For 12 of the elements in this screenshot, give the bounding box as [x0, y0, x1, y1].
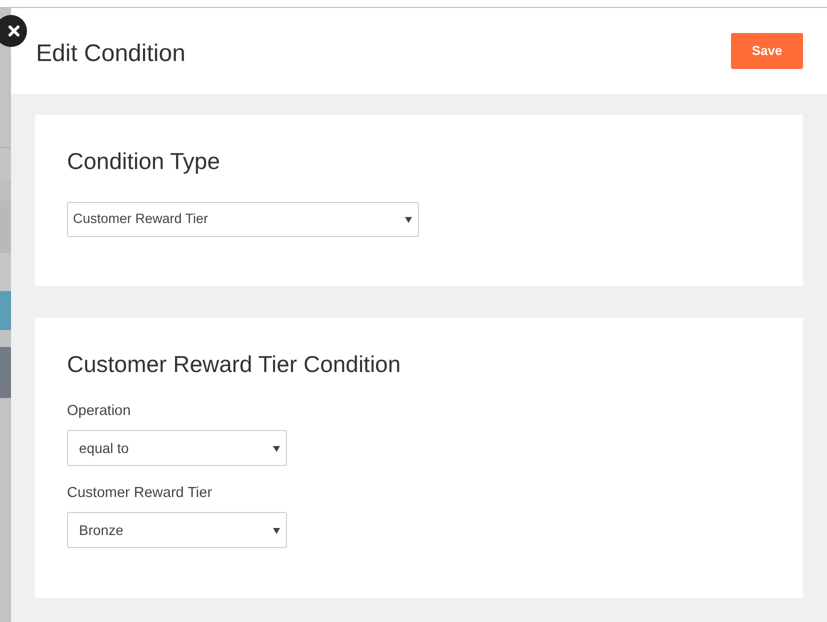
caret-icon: [273, 444, 280, 452]
section-title: Customer Reward Tier Condition: [67, 351, 401, 377]
dropdown-select[interactable]: Bronze: [67, 512, 287, 548]
section-title: Condition Type: [67, 148, 220, 174]
dropdown-select[interactable]: equal to: [67, 430, 287, 466]
caret-icon: [405, 216, 412, 223]
dialog-title: Edit Condition: [36, 39, 186, 69]
field-label: Operation: [67, 402, 131, 420]
close-icon: [8, 25, 20, 37]
field-label: Customer Reward Tier: [67, 484, 212, 502]
dropdown-select[interactable]: Customer Reward Tier: [67, 202, 419, 237]
caret-icon: [273, 526, 280, 534]
